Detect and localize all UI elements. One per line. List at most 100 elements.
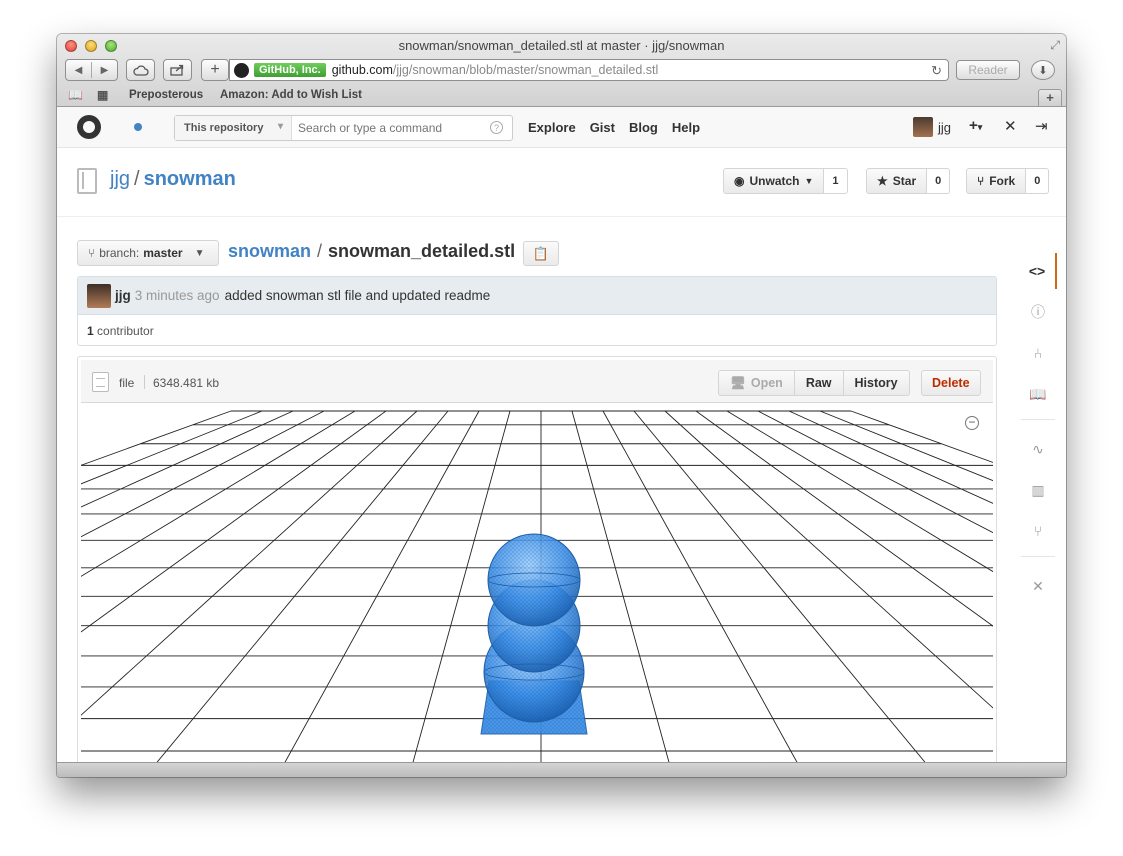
plus-icon: + [210,61,220,78]
copy-path-button[interactable]: 📋 [523,241,559,266]
contributor-count: 1 [87,324,94,338]
slash: / [317,241,323,261]
open-label: Open [750,376,783,390]
commit-message-link[interactable]: added snowman stl file and updated readm… [225,288,491,303]
avatar[interactable] [87,283,111,308]
settings-tools-icon[interactable]: ✕ [1004,117,1017,135]
sidebar-item-settings[interactable]: ✕ [1019,568,1057,604]
monitor-icon: 🖥 [730,375,746,390]
stl-3d-viewer[interactable]: − [81,404,993,777]
sidebar-item-code[interactable]: <> [1019,253,1057,289]
commit-info: jjg 3 minutes ago added snowman stl file… [77,276,997,346]
stargazers-count[interactable]: 0 [927,168,951,194]
divider [1021,419,1055,420]
pulse-icon: ∿ [1032,440,1044,457]
url-host: github.com [331,63,393,77]
github-octocat-icon[interactable] [77,115,101,139]
star-button-group: ★ Star 0 [866,168,951,194]
command-bar: This repository ? [174,115,513,141]
github-favicon-icon [234,62,249,78]
status-bar [57,762,1066,777]
commit-author-link[interactable]: jjg [115,288,131,303]
open-button[interactable]: 🖥 Open [718,370,795,396]
branch-prefix: branch: [99,246,140,260]
grid-line [276,410,480,777]
unwatch-button[interactable]: ◉ Unwatch ▼ [723,168,825,194]
zoom-out-icon[interactable]: − [965,416,979,430]
downloads-button[interactable]: ⬇ [1031,60,1055,80]
fork-icon: ⑂ [977,174,985,188]
back-icon[interactable]: ◀ [66,65,91,76]
grid-line [602,410,806,777]
breadcrumb-root-link[interactable]: snowman [228,241,311,261]
sidebar-item-pull-requests[interactable]: ⑃ [1019,335,1057,371]
last-commit: jjg 3 minutes ago added snowman stl file… [78,277,996,315]
grid-line [144,410,449,777]
sidebar-item-graphs[interactable]: ▥ [1019,472,1057,508]
github-header: This repository ? Explore Gist Blog Help… [57,107,1066,148]
grid-line [757,410,993,534]
reload-icon[interactable]: ↻ [931,63,942,79]
sidebar-item-pulse[interactable]: ∿ [1019,431,1057,467]
star-button[interactable]: ★ Star [866,168,928,194]
browser-window: snowman/snowman_detailed.stl at master ·… [57,34,1066,777]
share-button[interactable] [163,59,192,81]
create-new-icon[interactable]: +▾ [969,117,982,134]
clipboard-icon: 📋 [532,246,550,261]
watch-button-group: ◉ Unwatch ▼ 1 [723,168,848,194]
grid-line [633,410,938,777]
new-tab-button[interactable]: + [1038,89,1062,106]
nav-gist[interactable]: Gist [590,120,615,135]
chevron-down-icon: ▼ [194,247,205,259]
file-icon [92,372,109,392]
nav-help[interactable]: Help [672,120,700,135]
fork-button[interactable]: ⑂ Fork [966,168,1027,194]
cloud-icon [132,64,149,76]
network-icon: ⑂ [1033,523,1043,539]
back-forward-buttons: ◀ ▶ [65,59,118,81]
ev-certificate-badge[interactable]: GitHub, Inc. [254,63,326,77]
file-kind: file [119,376,135,390]
nav-explore[interactable]: Explore [528,120,576,135]
bookmark-item[interactable]: Preposterous [129,89,203,101]
star-label: Star [892,174,917,188]
nav-blog[interactable]: Blog [629,120,658,135]
watchers-count[interactable]: 1 [824,168,848,194]
grid-line [81,410,294,508]
username-link[interactable]: jjg [938,120,951,135]
sidebar-item-issues[interactable]: ⓘ [1019,294,1057,330]
grid-line [81,410,418,716]
delete-button[interactable]: Delete [921,370,981,396]
sidebar-item-network[interactable]: ⑂ [1019,513,1057,549]
branch-selector[interactable]: ⑂ branch: master ▼ [77,240,219,266]
settings-icon: ✕ [1032,577,1044,594]
icloud-tabs-button[interactable] [126,59,155,81]
repo-icon [77,168,97,194]
top-sphere-mesh [488,534,580,626]
notification-indicator-icon[interactable] [134,123,142,131]
stl-render[interactable] [81,404,993,777]
raw-button[interactable]: Raw [794,370,844,396]
fullscreen-icon[interactable]: ⤢ [1050,38,1060,53]
avatar[interactable] [913,117,933,137]
reader-button[interactable]: Reader [956,60,1020,80]
bookmarks-bar: 📖 ▦ Preposterous Amazon: Add to Wish Lis… [57,86,1066,106]
forks-count[interactable]: 0 [1026,168,1050,194]
repo-name-link[interactable]: snowman [144,168,236,190]
contributors[interactable]: 1 contributor [78,315,996,338]
bookmark-item[interactable]: Amazon: Add to Wish List [220,89,362,101]
eye-icon: ◉ [734,174,745,188]
reading-list-icon[interactable]: 📖 [68,88,83,102]
help-icon[interactable]: ? [490,121,503,134]
top-sites-icon[interactable]: ▦ [97,88,108,102]
search-input[interactable] [292,116,482,140]
repo-owner-link[interactable]: jjg [110,168,130,190]
history-button[interactable]: History [843,370,910,396]
repo-header: jjg / snowman ◉ Unwatch ▼ 1 ★ Star 0 ⑂ Fork 0 [57,148,1066,217]
sign-out-icon[interactable]: ⇥ [1035,117,1048,135]
add-page-button[interactable]: + [201,59,229,81]
sidebar-item-wiki[interactable]: 📖 [1019,376,1057,412]
forward-icon[interactable]: ▶ [92,65,117,76]
search-scope-selector[interactable]: This repository [175,116,292,140]
address-bar[interactable]: GitHub, Inc. github.com/jjg/snowman/blob… [229,59,949,81]
